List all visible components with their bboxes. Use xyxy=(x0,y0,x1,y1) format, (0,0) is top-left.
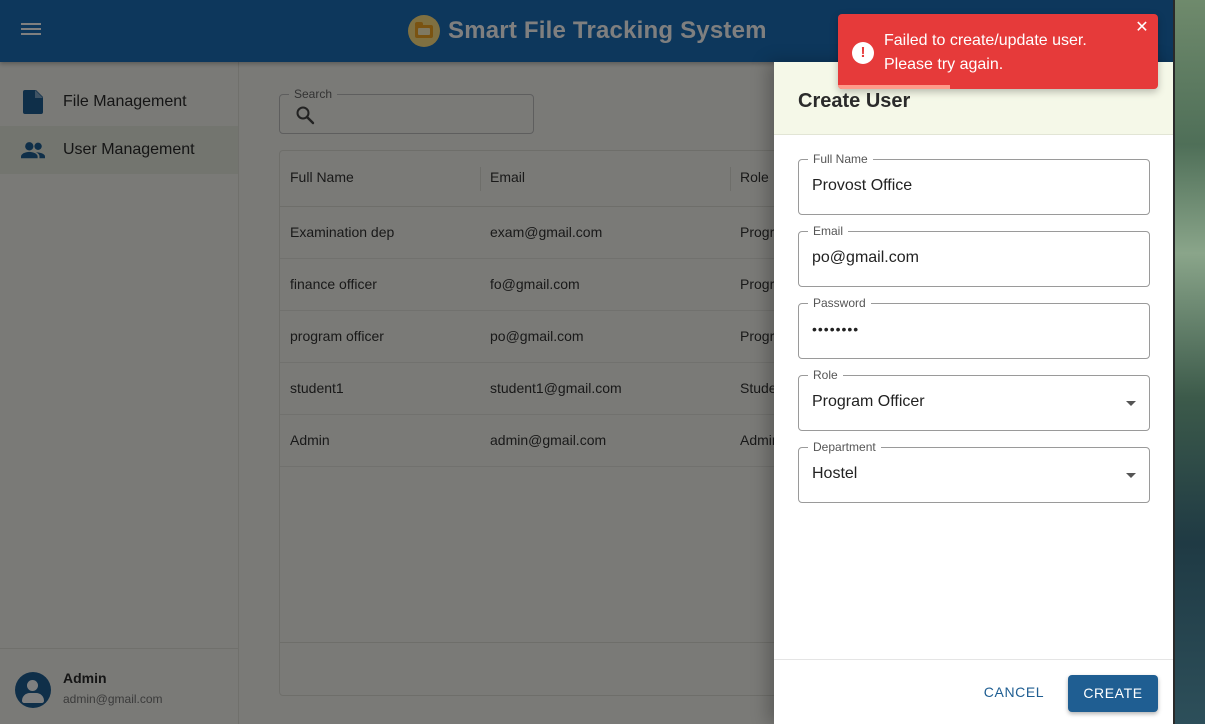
field-label: Department xyxy=(808,440,881,454)
create-button[interactable]: CREATE xyxy=(1068,675,1158,712)
error-toast: ! Failed to create/update user. Please t… xyxy=(838,14,1158,89)
role-select[interactable]: Role Program Officer xyxy=(798,368,1150,431)
field-value: Program Officer xyxy=(812,393,925,410)
field-value: Provost Office xyxy=(812,177,913,194)
close-icon[interactable]: ✕ xyxy=(1134,20,1150,36)
field-label: Email xyxy=(808,224,849,238)
drawer-title: Create User xyxy=(798,90,911,112)
field-value: •••••••• xyxy=(812,321,860,337)
field-label: Role xyxy=(808,368,843,382)
dropdown-arrow-icon xyxy=(1126,401,1136,406)
email-field[interactable]: Email po@gmail.com xyxy=(798,224,1150,287)
create-user-drawer: Create User Full Name Provost Office Ema… xyxy=(774,62,1173,724)
toast-progress-bar xyxy=(838,85,950,89)
drawer-footer: CANCEL CREATE xyxy=(774,659,1173,724)
field-label: Full Name xyxy=(808,152,873,166)
dropdown-arrow-icon xyxy=(1126,473,1136,478)
toast-message: Failed to create/update user. Please try… xyxy=(884,32,1087,73)
password-field[interactable]: Password •••••••• xyxy=(798,296,1150,359)
error-icon: ! xyxy=(852,42,874,64)
cancel-button[interactable]: CANCEL xyxy=(978,677,1050,707)
field-value: Hostel xyxy=(812,465,858,482)
field-label: Password xyxy=(808,296,871,310)
field-value: po@gmail.com xyxy=(812,249,919,266)
full-name-field[interactable]: Full Name Provost Office xyxy=(798,152,1150,215)
desktop-wallpaper xyxy=(1173,0,1205,724)
app-window: Smart File Tracking System File Manageme… xyxy=(0,0,1173,724)
department-select[interactable]: Department Hostel xyxy=(798,440,1150,503)
